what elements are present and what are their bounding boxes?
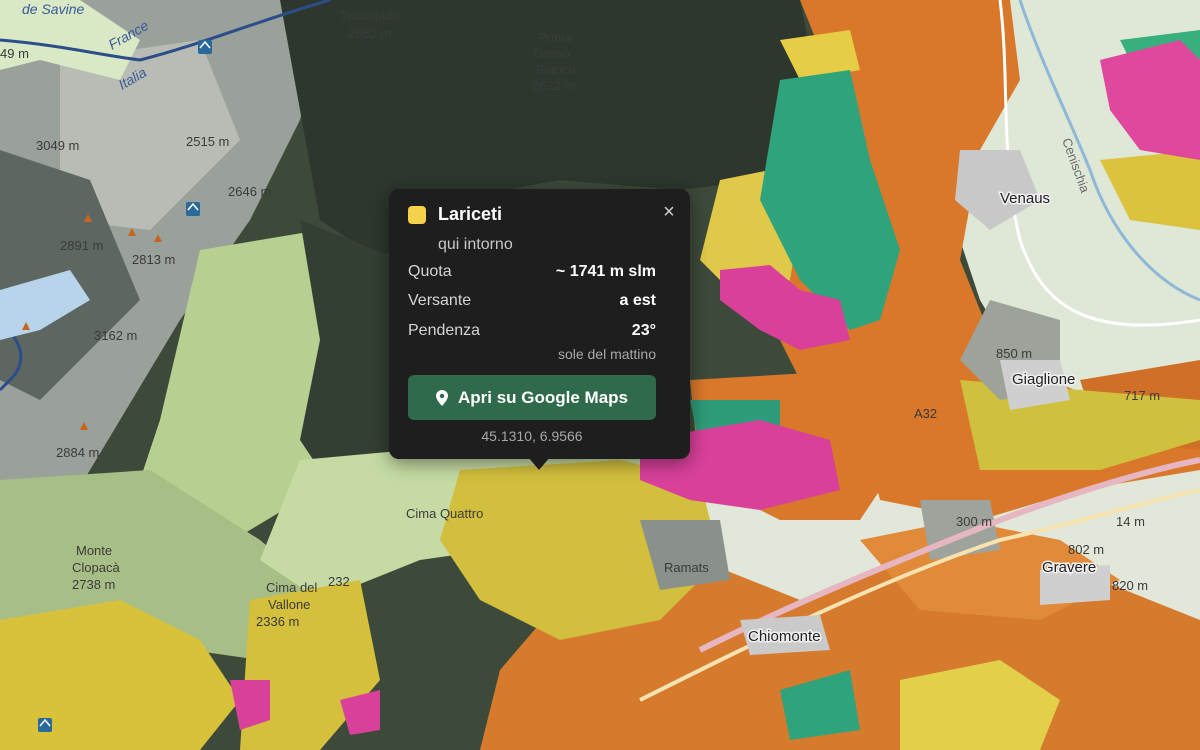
label-cima-quattro: Cima Quattro bbox=[406, 506, 483, 521]
label-3162: 3162 m bbox=[94, 328, 137, 343]
feature-popup: Lariceti × qui intorno Quota ~ 1741 m sl… bbox=[389, 189, 690, 459]
label-a32: A32 bbox=[914, 406, 937, 421]
quota-label: Quota bbox=[408, 263, 452, 280]
popup-subtitle: qui intorno bbox=[438, 236, 513, 253]
label-2646: 2646 m bbox=[228, 184, 271, 199]
label-cima-del: Cima del bbox=[266, 580, 317, 595]
label-2738: 2738 m bbox=[72, 577, 115, 592]
label-49m: 49 m bbox=[0, 46, 29, 61]
versante-value: a est bbox=[619, 292, 656, 309]
label-clopaca: Clopacà bbox=[72, 560, 120, 575]
hut-icon-3 bbox=[38, 718, 52, 732]
label-vallone: Vallone bbox=[268, 597, 310, 612]
label-gravere: Gravere bbox=[1042, 559, 1096, 576]
legend-swatch bbox=[408, 206, 426, 224]
label-punta: Punta bbox=[538, 30, 573, 45]
map-pin-icon bbox=[435, 389, 448, 406]
sun-note: sole del mattino bbox=[557, 346, 656, 362]
label-232: 232 bbox=[328, 574, 350, 589]
popup-title: Lariceti bbox=[438, 204, 503, 224]
label-bianco-elev: 2622 m bbox=[532, 78, 575, 93]
label-2891: 2891 m bbox=[60, 238, 103, 253]
label-802: 802 m bbox=[1068, 542, 1104, 557]
pendenza-value: 23° bbox=[631, 322, 656, 339]
popup-pointer bbox=[528, 457, 550, 470]
label-2336: 2336 m bbox=[256, 614, 299, 629]
label-717: 717 m bbox=[1124, 388, 1160, 403]
label-820: 820 m bbox=[1112, 578, 1148, 593]
open-google-maps-button[interactable]: Apri su Google Maps bbox=[408, 375, 656, 420]
coordinates: 45.1310, 6.9566 bbox=[481, 428, 583, 444]
versante-label: Versante bbox=[408, 292, 472, 309]
label-giaglione: Giaglione bbox=[1012, 371, 1075, 388]
hut-icon-2 bbox=[198, 40, 212, 54]
label-14: 14 m bbox=[1116, 514, 1145, 529]
hut-icon bbox=[186, 202, 200, 216]
label-2884: 2884 m bbox=[56, 445, 99, 460]
label-chiomonte: Chiomonte bbox=[748, 628, 821, 645]
label-venaus: Venaus bbox=[1000, 190, 1050, 207]
label-tiasso: Tiasso bbox=[532, 46, 570, 61]
label-de-savine: de Savine bbox=[22, 1, 84, 17]
rock-patch-3 bbox=[920, 500, 1000, 560]
label-850: 850 m bbox=[996, 346, 1032, 361]
label-2515: 2515 m bbox=[186, 134, 229, 149]
label-300: 300 m bbox=[956, 514, 992, 529]
label-3049: 3049 m bbox=[36, 138, 79, 153]
open-google-maps-label: Apri su Google Maps bbox=[457, 387, 629, 407]
label-ramats: Ramats bbox=[664, 560, 709, 575]
quota-value: ~ 1741 m slm bbox=[555, 263, 656, 280]
label-bianco: Bianco bbox=[536, 62, 576, 77]
label-tricuspide-elev: 2882 m bbox=[348, 26, 391, 41]
pendenza-label: Pendenza bbox=[408, 322, 481, 339]
label-monte: Monte bbox=[76, 543, 112, 558]
close-icon[interactable]: × bbox=[659, 201, 679, 223]
label-2813: 2813 m bbox=[132, 252, 175, 267]
label-tricuspide: Tricuspide bbox=[340, 8, 399, 23]
